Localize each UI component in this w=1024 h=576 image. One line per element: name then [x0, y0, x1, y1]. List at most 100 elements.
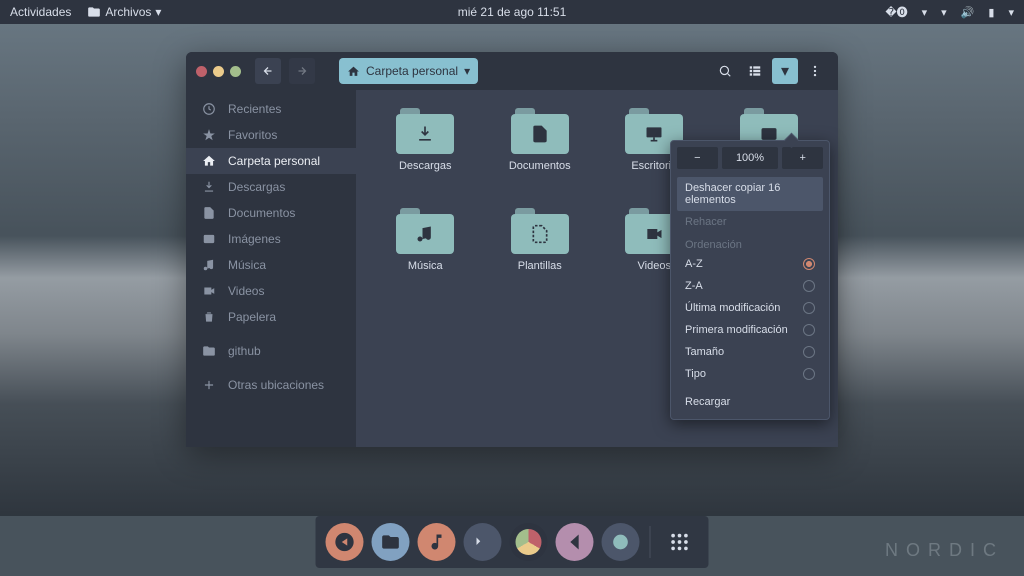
folder-label: Música — [408, 260, 443, 272]
star-icon — [202, 128, 216, 142]
view-list-button[interactable] — [742, 58, 768, 84]
maximize-button[interactable] — [230, 66, 241, 77]
folder-icon — [202, 344, 216, 358]
activities-button[interactable]: Actividades — [10, 5, 71, 19]
sort-option[interactable]: Tipo — [677, 363, 823, 385]
close-button[interactable] — [196, 66, 207, 77]
sidebar-label: Otras ubicaciones — [228, 378, 324, 392]
minimize-button[interactable] — [213, 66, 224, 77]
sidebar-item-folder[interactable]: github — [186, 338, 356, 364]
hamburger-menu-button[interactable] — [802, 58, 828, 84]
reload-item[interactable]: Recargar — [677, 391, 823, 413]
redo-item: Rehacer — [677, 211, 823, 233]
app-menu[interactable]: Archivos ▾ — [87, 5, 161, 19]
dock-files[interactable] — [372, 523, 410, 561]
dock-music[interactable] — [418, 523, 456, 561]
sort-option[interactable]: Tamaño — [677, 341, 823, 363]
folder-item[interactable]: Plantillas — [483, 208, 598, 308]
sidebar-label: Papelera — [228, 310, 276, 324]
files-window: Carpeta personal ▾ ▾ Recientes Favoritos C… — [186, 52, 838, 447]
places-sidebar: Recientes Favoritos Carpeta personal Descar… — [186, 90, 356, 447]
battery-icon[interactable]: ▮ — [988, 6, 994, 19]
path-label: Carpeta personal — [366, 64, 458, 78]
theme-watermark: NORDIC — [885, 540, 1004, 561]
dock-chrome[interactable] — [510, 523, 548, 561]
sidebar-item-home[interactable]: Carpeta personal — [186, 148, 356, 174]
view-options-button[interactable]: ▾ — [772, 58, 798, 84]
sort-option[interactable]: A-Z — [677, 253, 823, 275]
chevron-down-icon: ▾ — [155, 5, 161, 19]
back-button[interactable] — [255, 58, 281, 84]
folder-item[interactable]: Música — [368, 208, 483, 308]
sidebar-label: Imágenes — [228, 232, 281, 246]
top-panel: Actividades Archivos ▾ mié 21 de ago 11:… — [0, 0, 1024, 24]
sidebar-label: Videos — [228, 284, 264, 298]
dock-firefox[interactable] — [326, 523, 364, 561]
input-source-icon[interactable]: ▾ — [922, 6, 928, 19]
sidebar-label: Favoritos — [228, 128, 277, 142]
dock-separator — [650, 526, 651, 558]
plus-icon — [202, 378, 216, 392]
radio-icon — [803, 324, 815, 336]
sidebar-label: Descargas — [228, 180, 285, 194]
dock-vscode[interactable] — [556, 523, 594, 561]
accessibility-icon[interactable]: �⓿ — [885, 4, 907, 20]
sidebar-item-download[interactable]: Descargas — [186, 174, 356, 200]
folder-icon — [511, 208, 569, 254]
radio-icon — [803, 302, 815, 314]
sidebar-label: github — [228, 344, 261, 358]
dock-apps-grid[interactable] — [661, 523, 699, 561]
sidebar-item-image[interactable]: Imágenes — [186, 226, 356, 252]
sort-option[interactable]: Última modificación — [677, 297, 823, 319]
folder-label: Plantillas — [518, 260, 562, 272]
sort-section-label: Ordenación — [677, 233, 823, 253]
home-icon — [347, 65, 360, 78]
folder-icon — [511, 108, 569, 154]
folder-item[interactable]: Descargas — [368, 108, 483, 208]
headerbar: Carpeta personal ▾ ▾ — [186, 52, 838, 90]
forward-button[interactable] — [289, 58, 315, 84]
sidebar-item-star[interactable]: Favoritos — [186, 122, 356, 148]
sidebar-item-clock[interactable]: Recientes — [186, 96, 356, 122]
radio-icon — [803, 346, 815, 358]
sidebar-label: Carpeta personal — [228, 154, 320, 168]
search-button[interactable] — [712, 58, 738, 84]
sidebar-item-video[interactable]: Videos — [186, 278, 356, 304]
undo-item[interactable]: Deshacer copiar 16 elementos — [677, 177, 823, 211]
folder-icon — [396, 108, 454, 154]
folder-label: Videos — [638, 260, 671, 272]
wifi-icon[interactable]: ▾ — [941, 6, 947, 19]
window-controls — [196, 66, 241, 77]
dock-terminal[interactable] — [464, 523, 502, 561]
radio-icon — [803, 368, 815, 380]
radio-icon — [803, 258, 815, 270]
folder-label: Documentos — [509, 160, 571, 172]
image-icon — [202, 232, 216, 246]
folder-item[interactable]: Documentos — [483, 108, 598, 208]
clock-icon — [202, 102, 216, 116]
app-name-label: Archivos — [105, 5, 151, 19]
zoom-in-button[interactable]: + — [782, 147, 823, 169]
sidebar-item-plus[interactable]: Otras ubicaciones — [186, 372, 356, 398]
dock — [316, 516, 709, 568]
home-icon — [202, 154, 216, 168]
sort-option[interactable]: Primera modificación — [677, 319, 823, 341]
music-icon — [202, 258, 216, 272]
zoom-level: 100% — [722, 147, 779, 169]
dock-settings[interactable] — [602, 523, 640, 561]
clock[interactable]: mié 21 de ago 11:51 — [458, 5, 567, 19]
pathbar[interactable]: Carpeta personal ▾ — [339, 58, 478, 84]
sidebar-item-trash[interactable]: Papelera — [186, 304, 356, 330]
folder-icon — [396, 208, 454, 254]
sidebar-label: Música — [228, 258, 266, 272]
volume-icon[interactable]: 🔊 — [961, 6, 975, 19]
video-icon — [202, 284, 216, 298]
view-options-popover: − 100% + Deshacer copiar 16 elementos Re… — [670, 140, 830, 420]
doc-icon — [202, 206, 216, 220]
trash-icon — [202, 310, 216, 324]
zoom-out-button[interactable]: − — [677, 147, 718, 169]
sidebar-item-doc[interactable]: Documentos — [186, 200, 356, 226]
system-menu-chevron-icon[interactable]: ▾ — [1008, 6, 1014, 19]
sort-option[interactable]: Z-A — [677, 275, 823, 297]
sidebar-item-music[interactable]: Música — [186, 252, 356, 278]
